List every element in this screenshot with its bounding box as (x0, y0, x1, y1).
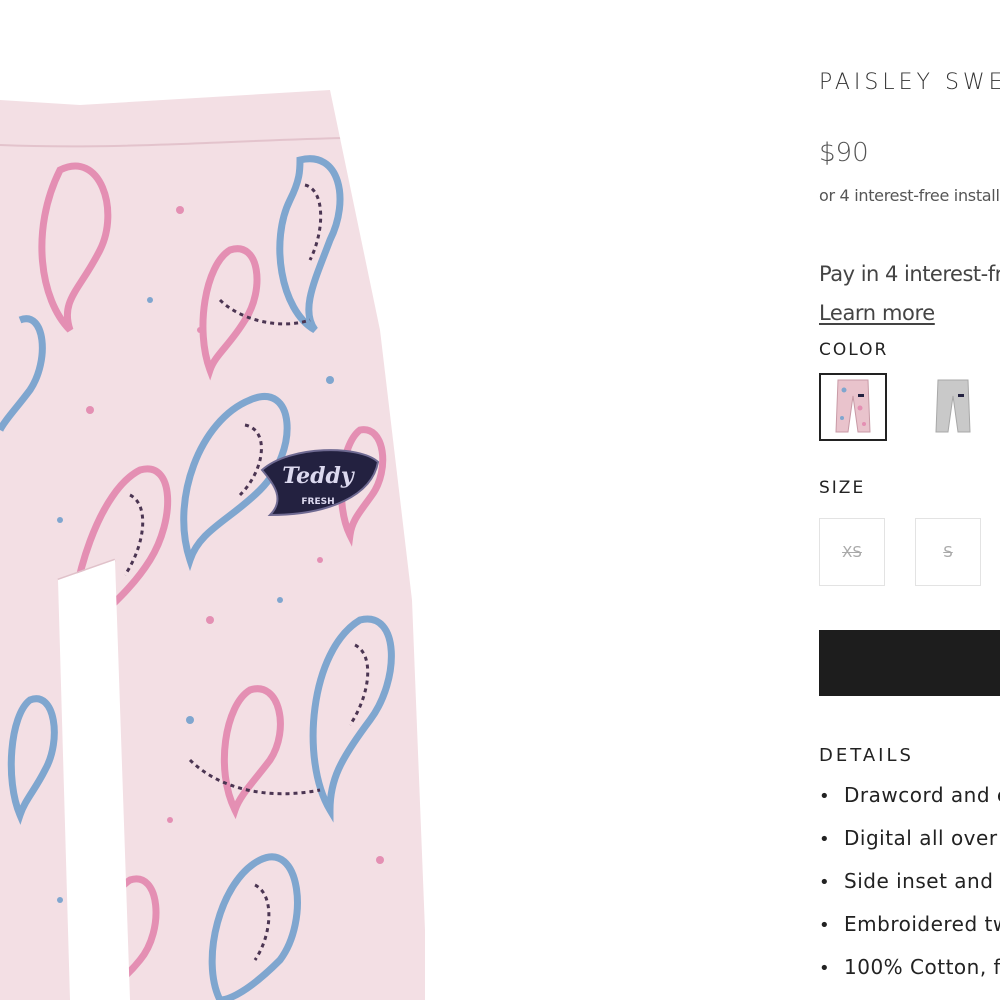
grey-pants-swatch-icon (935, 379, 971, 433)
list-item: Embroidered twill applique (819, 909, 1000, 952)
product-page: Teddy FRESH PAISLEY SWEATPANTS $90 or 4 … (0, 0, 1000, 1000)
size-option-xs[interactable]: XS (819, 518, 885, 586)
pink-pants-swatch-icon (835, 379, 871, 433)
size-label: SIZE (819, 478, 866, 498)
svg-text:Teddy: Teddy (282, 463, 356, 489)
color-label: COLOR (819, 340, 889, 360)
product-image: Teddy FRESH (0, 0, 470, 1000)
add-to-cart-button[interactable] (819, 630, 1000, 696)
list-item: Digital all over print (819, 823, 1000, 866)
color-swatch-pink-paisley[interactable] (819, 373, 887, 441)
details-list: Drawcord and elastic waistband Digital a… (819, 780, 1000, 995)
pants-illustration: Teddy FRESH (0, 90, 425, 1000)
color-swatch-grey[interactable] (919, 373, 987, 441)
list-item: 100% Cotton, fleece (819, 952, 1000, 995)
product-title: PAISLEY SWEATPANTS (819, 70, 1000, 95)
installments-text: or 4 interest-free installments (819, 186, 1000, 205)
product-price: $90 (819, 138, 869, 168)
details-label: DETAILS (819, 745, 914, 766)
product-info: PAISLEY SWEATPANTS $90 or 4 interest-fre… (819, 0, 1000, 1000)
list-item: Drawcord and elastic waistband (819, 780, 1000, 823)
learn-more-link[interactable]: Learn more (819, 301, 935, 325)
list-item: Side inset and back pocket (819, 866, 1000, 909)
pay-in-four-text: Pay in 4 interest-free payments (819, 262, 1000, 286)
size-option-s[interactable]: S (915, 518, 981, 586)
svg-text:FRESH: FRESH (301, 497, 334, 507)
